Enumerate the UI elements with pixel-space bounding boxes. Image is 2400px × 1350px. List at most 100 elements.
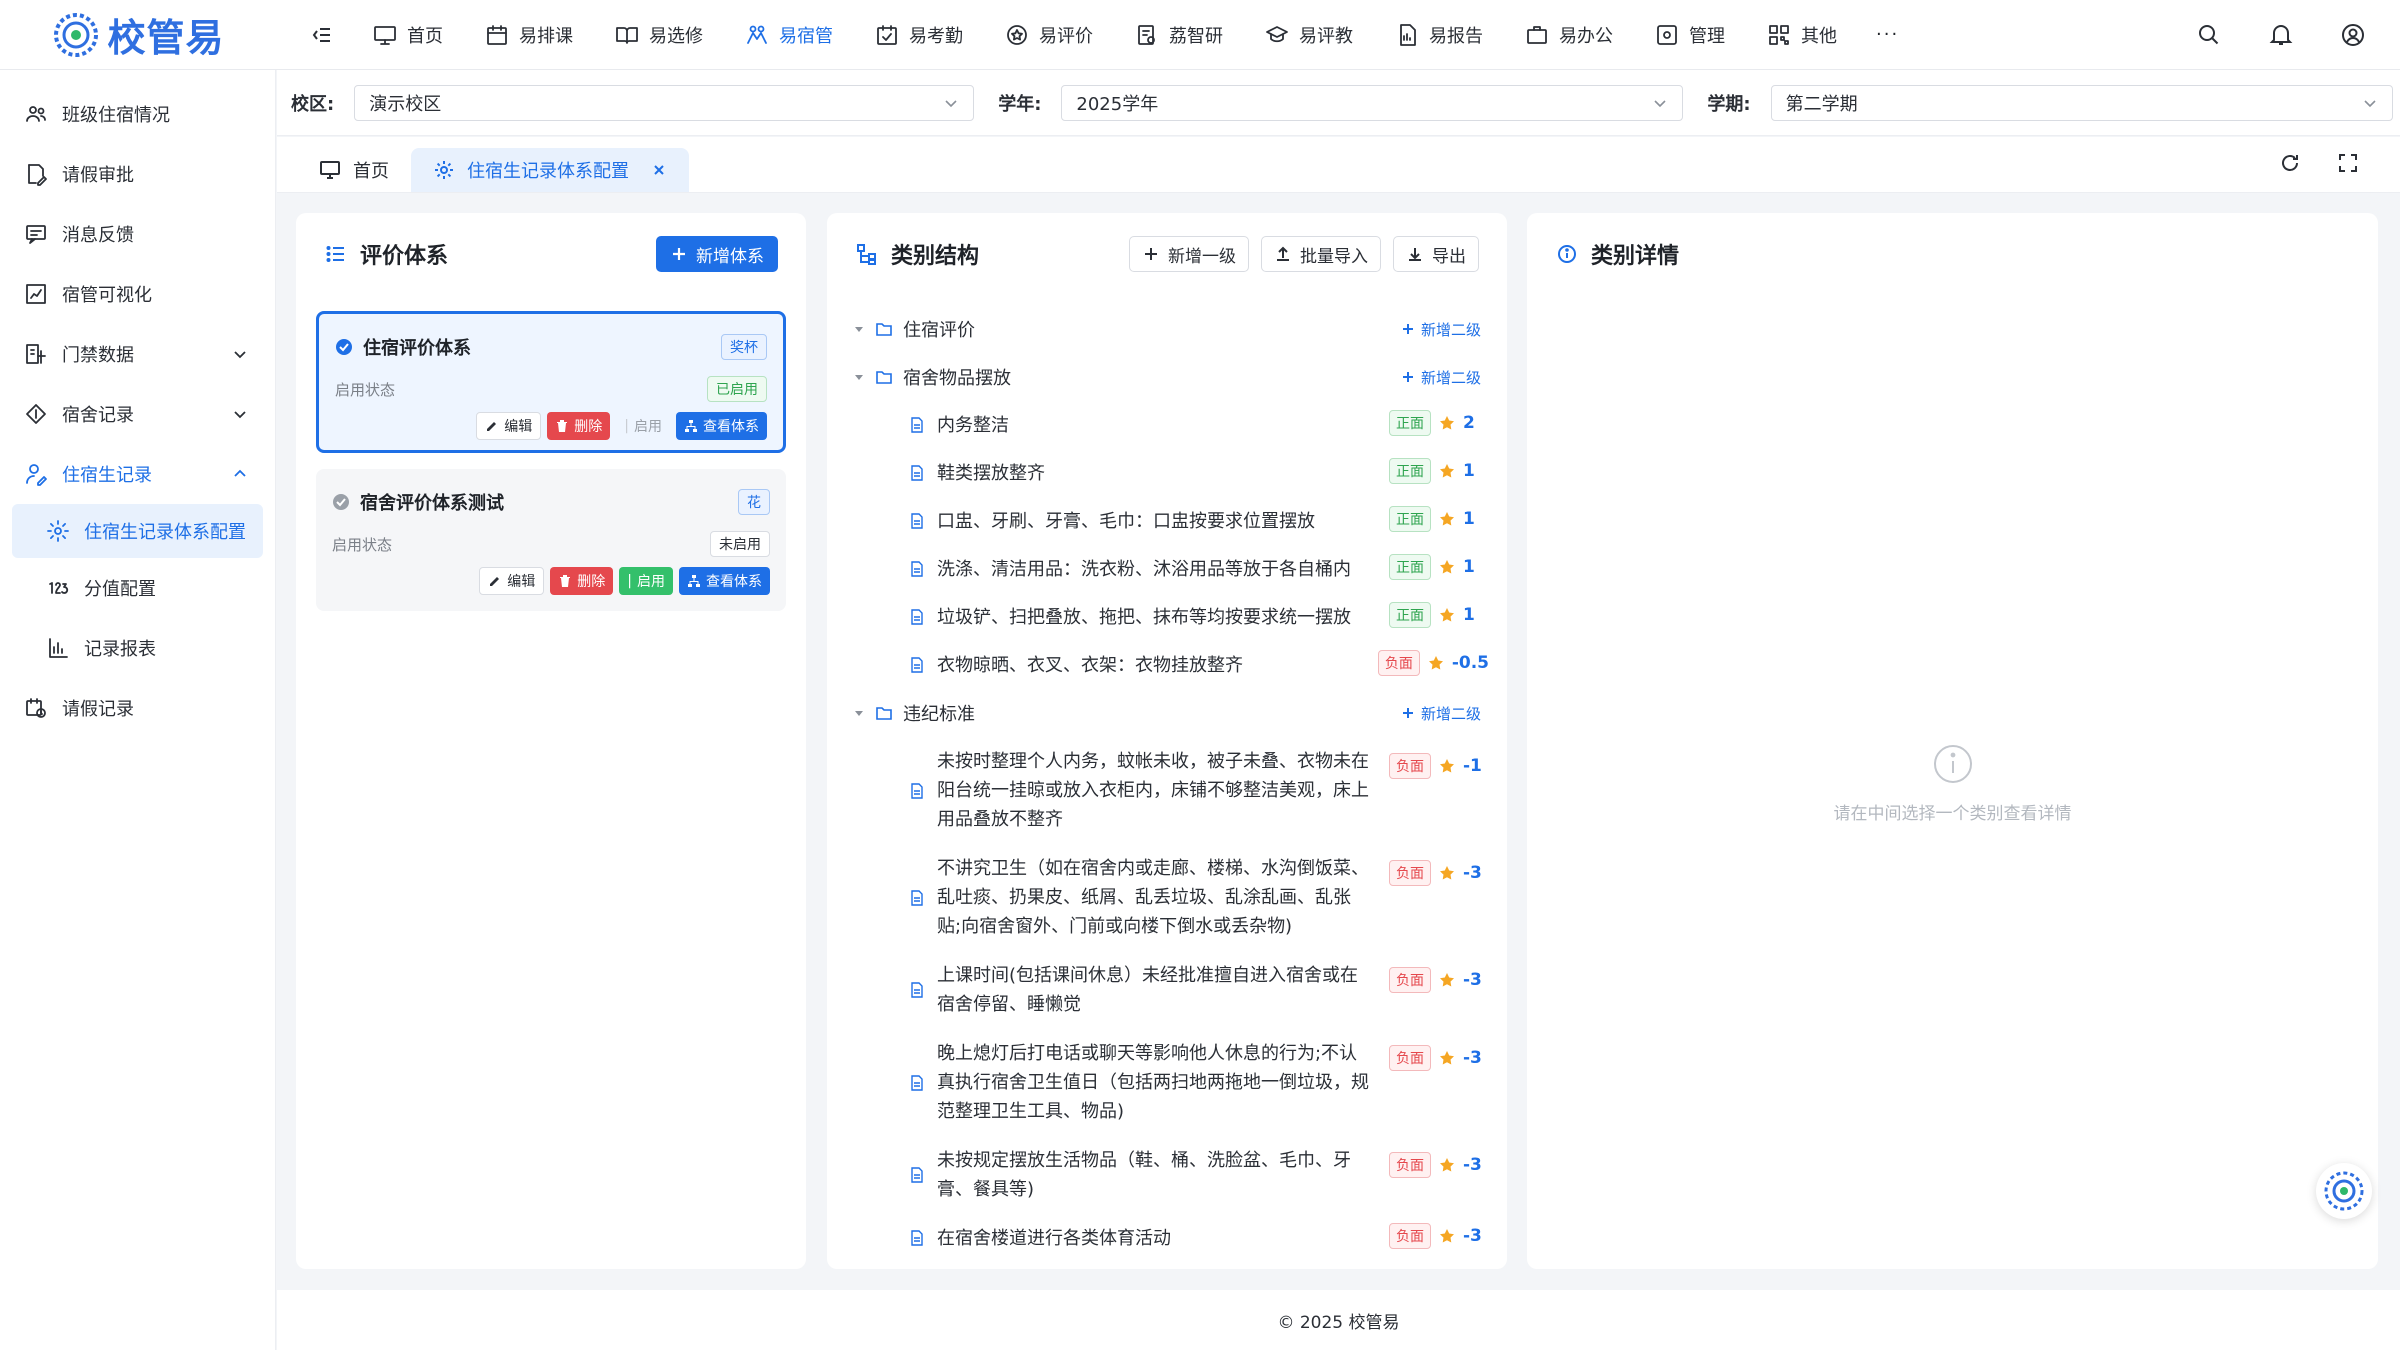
tree-group-row[interactable]: 违纪标准 新增二级 — [853, 689, 1489, 737]
user-avatar-icon[interactable] — [2340, 22, 2366, 48]
sidebar-item-4[interactable]: 门禁数据 — [0, 324, 275, 384]
category-name: 口盅、牙刷、牙膏、毛巾：口盅按要求位置摆放 — [937, 510, 1315, 532]
category-name: 在宿舍楼道进行各类体育活动 — [937, 1227, 1171, 1249]
sidebar-item-label: 班级住宿情况 — [62, 105, 170, 126]
system-name: 宿舍评价体系测试 — [360, 493, 504, 514]
sidebar-subitem-2[interactable]: 记录报表 — [0, 618, 275, 678]
star-icon — [1440, 464, 1454, 478]
tree-leaf-row[interactable]: 晚上熄灯后打电话或聊天等影响他人休息的行为;不认真执行宿舍卫生值日（包括两扫地两… — [853, 1029, 1489, 1136]
tree-leaf-row[interactable]: 未按规定摆放生活物品（鞋、桶、洗脸盆、毛巾、牙膏、餐具等) 负面 -3 — [853, 1136, 1489, 1214]
nav-item-7[interactable]: 易评教 — [1244, 0, 1374, 70]
tab-label: 首页 — [353, 161, 389, 182]
nav-item-0[interactable]: 首页 — [352, 0, 464, 70]
view-system-button[interactable]: 查看体系 — [679, 567, 770, 595]
tree-leaf-row[interactable]: 衣物晾晒、衣叉、衣架：衣物挂放整齐 负面 -0.5 — [853, 641, 1489, 689]
enable-button[interactable]: | 启用 — [619, 567, 673, 595]
document-icon — [911, 465, 923, 481]
tab-label: 住宿生记录体系配置 — [467, 161, 629, 182]
star-icon — [1440, 1051, 1454, 1065]
sidebar-item-1[interactable]: 请假审批 — [0, 144, 275, 204]
sidebar-item-6[interactable]: 住宿生记录 — [0, 444, 275, 504]
empty-text: 请在中间选择一个类别查看详情 — [1833, 804, 2072, 824]
refresh-icon[interactable] — [2278, 151, 2302, 175]
year-select[interactable]: 2025学年 — [1061, 84, 1684, 121]
polarity-badge: 负面 — [1377, 650, 1420, 676]
nav-item-2[interactable]: 易选修 — [594, 0, 724, 70]
tab-home[interactable]: 首页 — [297, 148, 411, 192]
tree-leaf-row[interactable]: 垃圾铲、扫把叠放、拖把、抹布等均按要求统一摆放 正面 1 — [853, 593, 1489, 641]
category-name: 衣物晾晒、衣叉、衣架：衣物挂放整齐 — [937, 654, 1243, 676]
add-level2-button[interactable]: 新增二级 — [1401, 367, 1481, 388]
nav-item-6[interactable]: 荔智研 — [1114, 0, 1244, 70]
tree-leaf-row[interactable]: 鞋类摆放整齐 正面 1 — [853, 449, 1489, 497]
delete-button[interactable]: 删除 — [550, 567, 614, 595]
tree-leaf-row[interactable]: 洗涤、清洁用品：洗衣粉、沐浴用品等放于各自桶内 正面 1 — [853, 545, 1489, 593]
nav-item-1[interactable]: 易排课 — [464, 0, 594, 70]
nav-item-4[interactable]: 易考勤 — [854, 0, 984, 70]
system-icon-tag: 花 — [738, 489, 770, 515]
tab-dorm-record-config[interactable]: 住宿生记录体系配置 — [411, 148, 689, 192]
sidebar-subitem-label: 记录报表 — [84, 639, 156, 660]
sidebar-item-3[interactable]: 宿管可视化 — [0, 264, 275, 324]
tree-leaf-row[interactable]: 内务整洁 正面 2 — [853, 401, 1489, 449]
caret-down-icon[interactable] — [853, 707, 865, 719]
panel-title: 类别结构 — [891, 244, 980, 269]
nav-item-11[interactable]: 其他 — [1746, 0, 1858, 70]
category-name: 不讲究卫生（如在宿舍内或走廊、楼梯、水沟倒饭菜、乱吐痰、扔果皮、纸屑、乱丢垃圾、… — [937, 858, 1369, 937]
nav-item-8[interactable]: 易报告 — [1374, 0, 1504, 70]
folder-icon — [876, 707, 892, 720]
sidebar-item-label: 住宿生记录 — [62, 465, 152, 486]
sidebar-item-0[interactable]: 班级住宿情况 — [0, 84, 275, 144]
sidebar-item-2[interactable]: 消息反馈 — [0, 204, 275, 264]
sidebar-item-5[interactable]: 宿舍记录 — [0, 384, 275, 444]
tree-leaf-row[interactable]: 上课时间(包括课间休息）未经批准擅自进入宿舍或在宿舍停留、睡懒觉 负面 -3 — [853, 951, 1489, 1029]
polarity-badge: 负面 — [1389, 860, 1431, 886]
nav-item-3[interactable]: 易宿管 — [724, 0, 854, 70]
search-icon[interactable] — [2196, 22, 2222, 48]
nav-item-5[interactable]: 易评价 — [984, 0, 1114, 70]
nav-item-label: 易选修 — [649, 25, 703, 47]
batch-import-button[interactable]: 批量导入 — [1261, 236, 1381, 272]
system-card-list: 住宿评价体系 奖杯 启用状态 已启用 编辑 删除 | 启用 查看体系 宿舍评价体系测试花启用状态未… — [296, 311, 806, 611]
delete-button[interactable]: 删除 — [547, 412, 611, 440]
export-button[interactable]: 导出 — [1393, 236, 1479, 272]
system-card[interactable]: 住宿评价体系 奖杯 启用状态 已启用 编辑 删除 | 启用 查看体系 — [316, 311, 786, 453]
menu-collapse-button[interactable] — [302, 15, 342, 55]
folder-icon — [876, 371, 892, 384]
add-level2-button[interactable]: 新增二级 — [1401, 319, 1481, 340]
assistant-fab-button[interactable] — [2316, 1163, 2372, 1219]
star-icon — [1440, 1158, 1454, 1172]
star-icon — [1440, 512, 1454, 526]
tree-group-row[interactable]: 住宿评价 新增二级 — [853, 305, 1489, 353]
sidebar-item-leave-records[interactable]: 请假记录 — [0, 678, 275, 738]
diamond-icon — [26, 404, 46, 424]
tree-leaf-row[interactable]: 未按时整理个人内务，蚊帐未收，被子未叠、衣物未在阳台统一挂晾或放入衣柜内，床铺不… — [853, 737, 1489, 844]
close-icon[interactable] — [651, 162, 667, 178]
fullscreen-icon[interactable] — [2336, 151, 2360, 175]
sidebar-subitem-1[interactable]: 分值配置 — [0, 558, 275, 618]
tree-leaf-row[interactable]: 在宿舍楼道进行各类体育活动 负面 -3 — [853, 1214, 1489, 1262]
hierarchy-icon — [685, 420, 697, 432]
add-level2-button[interactable]: 新增二级 — [1401, 703, 1481, 724]
app-logo[interactable]: 校管易 — [0, 0, 276, 70]
tree-leaf-row[interactable]: 口盅、牙刷、牙膏、毛巾：口盅按要求位置摆放 正面 1 — [853, 497, 1489, 545]
nav-item-9[interactable]: 易办公 — [1504, 0, 1634, 70]
edit-button[interactable]: 编辑 — [479, 567, 545, 595]
add-system-button[interactable]: 新增体系 — [656, 236, 778, 272]
tree-group-row[interactable]: 宿舍物品摆放 新增二级 — [853, 353, 1489, 401]
chevron-down-icon — [1654, 99, 1666, 107]
edit-button[interactable]: 编辑 — [476, 412, 542, 440]
view-system-button[interactable]: 查看体系 — [676, 412, 767, 440]
panel-title: 类别详情 — [1591, 244, 1680, 269]
add-level1-button[interactable]: 新增一级 — [1129, 236, 1249, 272]
campus-select[interactable]: 演示校区 — [354, 84, 975, 121]
caret-down-icon[interactable] — [853, 323, 865, 335]
tree-leaf-row[interactable]: 不讲究卫生（如在宿舍内或走廊、楼梯、水沟倒饭菜、乱吐痰、扔果皮、纸屑、乱丢垃圾、… — [853, 844, 1489, 951]
nav-more-button[interactable]: ··· — [1858, 0, 1917, 70]
sidebar-subitem-0[interactable]: 住宿生记录体系配置 — [12, 504, 263, 558]
bell-icon[interactable] — [2268, 22, 2294, 48]
term-select[interactable]: 第二学期 — [1770, 84, 2393, 121]
nav-item-10[interactable]: 管理 — [1634, 0, 1746, 70]
caret-down-icon[interactable] — [853, 371, 865, 383]
system-card[interactable]: 宿舍评价体系测试 花启用状态 未启用 编辑 删除 | 启用 查看体系 — [316, 469, 786, 611]
